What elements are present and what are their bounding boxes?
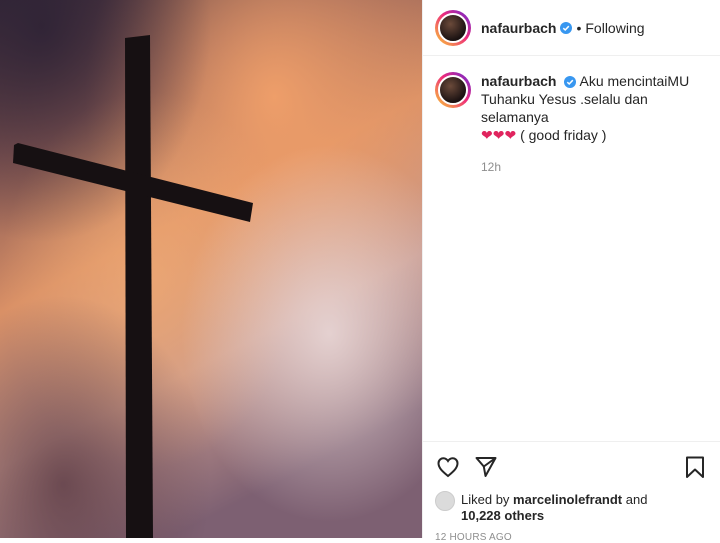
caption-username[interactable]: nafaurbach xyxy=(481,73,556,89)
caption-text-line2: Tuhanku Yesus .selalu dan selamanya xyxy=(481,91,648,125)
likes-summary: Liked by marcelinolefrandt and 10,228 ot… xyxy=(435,491,708,524)
separator-dot: • xyxy=(576,19,582,36)
post-image[interactable] xyxy=(0,0,422,538)
caption-avatar-ring[interactable] xyxy=(435,72,471,108)
avatar[interactable] xyxy=(438,12,468,43)
liker-username[interactable]: marcelinolefrandt xyxy=(513,492,622,507)
caption-body: nafaurbach Aku mencintaiMU Tuhanku Yesus… xyxy=(481,72,706,176)
post-modal: nafaurbach • Following nafaurbach Aku me… xyxy=(0,0,720,543)
save-bookmark-icon[interactable] xyxy=(682,454,708,480)
post-actions: Liked by marcelinolefrandt and 10,228 ot… xyxy=(423,441,720,543)
author-avatar-ring[interactable] xyxy=(435,9,471,46)
avatar[interactable] xyxy=(438,75,468,105)
verified-badge-icon xyxy=(560,21,573,34)
post-header: nafaurbach • Following xyxy=(423,0,720,56)
liker-avatar[interactable] xyxy=(435,491,455,511)
caption: nafaurbach Aku mencintaiMU Tuhanku Yesus… xyxy=(423,56,720,176)
cross-sunset-photo xyxy=(0,0,422,538)
likes-middle: and xyxy=(622,492,648,507)
post-side-panel: nafaurbach • Following nafaurbach Aku me… xyxy=(422,0,720,543)
caption-text-line1: Aku mencintaiMU xyxy=(579,73,690,89)
author-username[interactable]: nafaurbach xyxy=(481,20,556,36)
verified-badge-icon xyxy=(564,76,577,89)
likes-text: Liked by marcelinolefrandt and 10,228 ot… xyxy=(461,492,647,524)
likes-count-link[interactable]: 10,228 others xyxy=(461,508,544,523)
following-button[interactable]: Following xyxy=(585,20,644,36)
share-paper-plane-icon[interactable] xyxy=(473,454,499,480)
caption-time[interactable]: 12h xyxy=(481,158,706,176)
like-heart-icon[interactable] xyxy=(435,454,461,480)
action-icons xyxy=(435,452,708,482)
heart-emojis: ❤❤❤ xyxy=(481,127,517,143)
caption-text-suffix: ( good friday ) xyxy=(516,127,607,143)
likes-prefix: Liked by xyxy=(461,492,514,507)
